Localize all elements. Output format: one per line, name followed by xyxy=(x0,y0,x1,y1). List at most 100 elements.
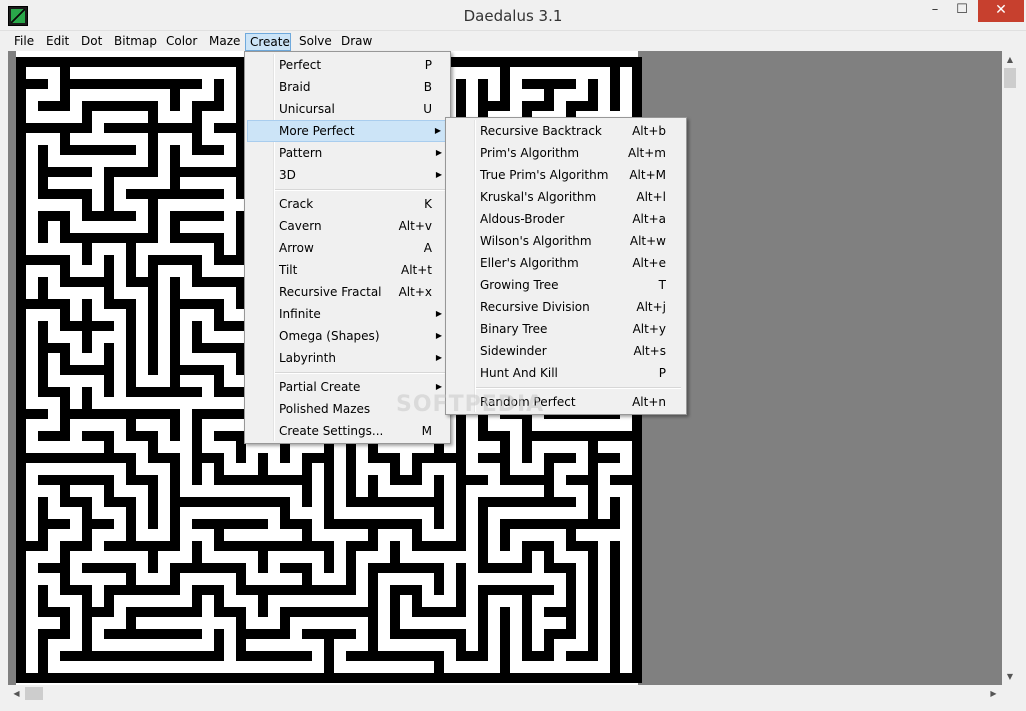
menu-bitmap[interactable]: Bitmap xyxy=(110,33,161,51)
maze-wall xyxy=(522,475,532,485)
maze-wall xyxy=(38,221,48,233)
size-grip[interactable] xyxy=(1002,685,1018,702)
menu-item-sidewinder[interactable]: Sidewinder Alt+s xyxy=(448,340,684,362)
scroll-right-arrow-icon[interactable]: ▶ xyxy=(985,685,1002,702)
maze-wall xyxy=(522,541,532,551)
maze-wall xyxy=(158,123,170,133)
maze-wall xyxy=(192,387,202,397)
menu-item-tilt[interactable]: Tilt Alt+t xyxy=(247,259,448,281)
menu-draw[interactable]: Draw xyxy=(337,33,376,51)
menu-item-kruskals-algorithm[interactable]: Kruskal's Algorithm Alt+l xyxy=(448,186,684,208)
maze-wall xyxy=(422,629,434,639)
maze-wall xyxy=(236,519,246,529)
menu-item-wilsons-algorithm[interactable]: Wilson's Algorithm Alt+w xyxy=(448,230,684,252)
maze-wall xyxy=(136,651,148,661)
menu-item-prims-algorithm[interactable]: Prim's Algorithm Alt+m xyxy=(448,142,684,164)
menu-item-labyrinth[interactable]: Labyrinth ▶ xyxy=(247,347,448,369)
maze-wall xyxy=(82,431,92,441)
maze-wall xyxy=(246,475,258,485)
maze-wall xyxy=(478,79,488,89)
maze-wall xyxy=(148,79,158,89)
menu-item-3d[interactable]: 3D ▶ xyxy=(247,164,448,186)
maze-wall xyxy=(104,673,114,683)
maze-wall xyxy=(224,519,236,529)
menu-separator xyxy=(275,189,445,191)
maze-wall xyxy=(224,497,236,507)
menu-item-more-perfect[interactable]: More Perfect ▶ xyxy=(247,120,448,142)
menu-item-pattern[interactable]: Pattern ▶ xyxy=(247,142,448,164)
menu-item-recursive-fractal[interactable]: Recursive Fractal Alt+x xyxy=(247,281,448,303)
menu-item-omega-shapes[interactable]: Omega (Shapes) ▶ xyxy=(247,325,448,347)
maze-wall xyxy=(126,463,136,475)
maze-wall xyxy=(500,67,510,79)
menu-item-aldous-broder[interactable]: Aldous-Broder Alt+a xyxy=(448,208,684,230)
menu-item-hunt-and-kill[interactable]: Hunt And Kill P xyxy=(448,362,684,384)
maze-wall xyxy=(610,573,620,585)
maze-wall xyxy=(148,607,158,617)
maze-wall xyxy=(148,287,158,299)
scroll-up-arrow-icon[interactable]: ▲ xyxy=(1002,51,1018,68)
maze-wall xyxy=(170,155,180,167)
menu-item-arrow[interactable]: Arrow A xyxy=(247,237,448,259)
submenu-arrow-icon: ▶ xyxy=(435,309,442,318)
menu-item-cavern[interactable]: Cavern Alt+v xyxy=(247,215,448,237)
menu-item-perfect[interactable]: Perfect P xyxy=(247,54,448,76)
menu-dot[interactable]: Dot xyxy=(77,33,106,51)
menu-create[interactable]: Create xyxy=(245,33,291,51)
maze-wall xyxy=(456,673,466,683)
maze-wall xyxy=(126,343,136,353)
maze-wall xyxy=(214,595,224,607)
close-button[interactable]: ✕ xyxy=(978,0,1024,22)
maze-wall xyxy=(202,563,214,573)
maze-wall xyxy=(16,343,26,353)
menu-solve[interactable]: Solve xyxy=(295,33,336,51)
maze-wall xyxy=(620,673,632,683)
menu-item-braid[interactable]: Braid B xyxy=(247,76,448,98)
menu-color[interactable]: Color xyxy=(162,33,201,51)
maze-wall xyxy=(422,673,434,683)
maze-wall xyxy=(148,331,158,343)
maze-wall xyxy=(500,101,510,111)
maze-wall xyxy=(554,57,566,67)
maze-wall xyxy=(114,651,126,661)
menu-item-true-prims-algorithm[interactable]: True Prim's Algorithm Alt+M xyxy=(448,164,684,186)
minimize-button[interactable]: – xyxy=(921,0,949,22)
maze-wall xyxy=(38,409,48,419)
maze-wall xyxy=(466,651,478,661)
menu-file[interactable]: File xyxy=(10,33,38,51)
menu-maze[interactable]: Maze xyxy=(205,33,244,51)
menu-item-growing-tree[interactable]: Growing Tree T xyxy=(448,274,684,296)
maze-wall xyxy=(82,79,92,89)
menu-edit[interactable]: Edit xyxy=(42,33,73,51)
maze-wall xyxy=(368,595,378,607)
vertical-scrollbar[interactable]: ▲ ▼ xyxy=(1002,51,1018,685)
maze-wall xyxy=(522,441,532,453)
menu-item-unicursal[interactable]: Unicursal U xyxy=(247,98,448,120)
menu-item-recursive-division[interactable]: Recursive Division Alt+j xyxy=(448,296,684,318)
horizontal-scroll-thumb[interactable] xyxy=(25,687,43,700)
maze-wall xyxy=(236,585,246,595)
maze-wall xyxy=(38,277,48,287)
menu-item-infinite[interactable]: Infinite ▶ xyxy=(247,303,448,325)
menu-item-binary-tree[interactable]: Binary Tree Alt+y xyxy=(448,318,684,340)
maze-wall xyxy=(126,563,136,573)
maze-wall xyxy=(114,563,126,573)
maze-wall xyxy=(324,563,334,573)
vertical-scroll-thumb[interactable] xyxy=(1004,68,1016,88)
maze-wall xyxy=(82,123,92,133)
menu-item-create-settings[interactable]: Create Settings... M xyxy=(247,420,448,442)
maze-wall xyxy=(522,595,532,607)
maze-wall xyxy=(236,673,246,683)
maze-wall xyxy=(38,299,48,309)
maze-wall xyxy=(82,507,92,519)
maximize-button[interactable]: ☐ xyxy=(948,0,976,22)
menu-item-recursive-backtrack[interactable]: Recursive Backtrack Alt+b xyxy=(448,120,684,142)
maze-wall xyxy=(280,563,290,573)
menu-item-ellers-algorithm[interactable]: Eller's Algorithm Alt+e xyxy=(448,252,684,274)
horizontal-scrollbar[interactable]: ◀ ▶ xyxy=(8,685,1002,702)
scroll-left-arrow-icon[interactable]: ◀ xyxy=(8,685,25,702)
maze-wall xyxy=(16,243,26,255)
maze-wall xyxy=(610,431,620,441)
scroll-down-arrow-icon[interactable]: ▼ xyxy=(1002,668,1018,685)
menu-item-crack[interactable]: Crack K xyxy=(247,193,448,215)
